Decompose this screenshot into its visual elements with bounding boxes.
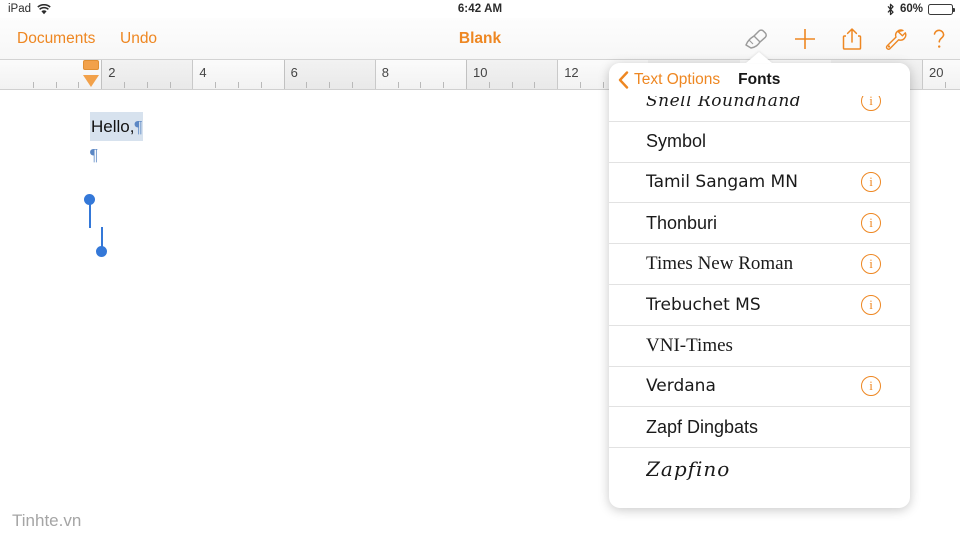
ruler-number-label: 8 <box>381 65 390 80</box>
pilcrow-icon-2: ¶ <box>90 145 98 164</box>
font-info-icon[interactable]: i <box>861 213 881 234</box>
app-toolbar: Documents Undo Blank <box>0 18 960 60</box>
ruler-tick <box>443 82 445 88</box>
font-list[interactable]: Snell Roundhand i Symbol Tamil Sangam MN i Th… <box>609 96 910 508</box>
popover-header: Text Options Fonts <box>609 63 910 96</box>
font-list-inner: Snell Roundhand i Symbol Tamil Sangam MN i Th… <box>609 96 910 489</box>
font-list-item[interactable]: Times New Roman i <box>609 244 910 285</box>
ruler-tick <box>534 82 536 88</box>
ruler-tick <box>306 82 308 88</box>
status-bar-right: 60% <box>886 3 955 16</box>
font-list-item[interactable]: Verdana i <box>609 366 910 408</box>
ruler-tick <box>55 82 57 88</box>
ruler-tick <box>32 82 34 88</box>
help-question-icon[interactable] <box>923 25 955 53</box>
ruler-tick <box>397 82 399 88</box>
popover-title: Fonts <box>738 70 781 88</box>
font-name-label: Snell Roundhand <box>646 96 802 111</box>
ruler-number-label: 20 <box>929 65 944 80</box>
ruler-major-line <box>192 60 194 89</box>
fonts-popover: Text Options Fonts Snell Roundhand i Symbo… <box>609 63 910 508</box>
ruler-tick <box>169 82 171 88</box>
font-info-icon[interactable]: i <box>861 96 881 111</box>
ruler-tick <box>146 82 148 88</box>
ruler-major-line <box>374 60 376 89</box>
font-list-item[interactable]: Trebuchet MS i <box>609 284 910 326</box>
selection-start-handle-bar[interactable] <box>89 203 91 228</box>
ruler-major-line <box>922 60 923 89</box>
chevron-left-icon[interactable] <box>618 70 632 90</box>
document-text-block[interactable]: Hello,¶ ¶ <box>90 112 144 168</box>
ruler-tick <box>580 82 581 88</box>
ruler-tick <box>78 82 80 88</box>
font-name-label: Symbol <box>646 131 707 152</box>
font-list-item[interactable]: Snell Roundhand i <box>609 96 910 122</box>
font-list-item[interactable]: Thonburi i <box>609 203 910 245</box>
ruler-tick <box>238 82 239 88</box>
ruler-tick <box>488 82 490 88</box>
battery-icon <box>928 3 955 15</box>
ruler-number-label: 4 <box>199 65 207 80</box>
ruler-tick <box>420 82 422 88</box>
share-icon[interactable] <box>836 25 868 53</box>
font-list-item[interactable]: VNI-Times <box>609 325 910 367</box>
font-name-label: Zapfino <box>646 456 731 481</box>
popover-arrow <box>746 52 772 63</box>
font-name-label: Thonburi <box>646 212 718 233</box>
font-info-icon[interactable]: i <box>861 172 881 193</box>
battery-percent-label: 60% <box>899 3 923 15</box>
status-bar-clock: 6:42 AM <box>457 3 503 15</box>
font-info-icon[interactable]: i <box>861 254 881 275</box>
add-icon[interactable] <box>789 25 821 53</box>
font-list-item[interactable]: Zapf Dingbats <box>609 407 910 449</box>
pilcrow-icon-1: ¶ <box>134 117 143 136</box>
font-name-label: Zapf Dingbats <box>646 416 759 437</box>
ruler-tick <box>511 82 513 88</box>
font-name-label: Verdana <box>646 376 716 397</box>
font-info-icon[interactable]: i <box>861 294 881 315</box>
watermark-label: Tinhte.vn <box>12 511 82 530</box>
format-brush-icon[interactable] <box>740 25 772 53</box>
font-name-label: Trebuchet MS <box>646 294 761 315</box>
bluetooth-icon <box>886 3 895 16</box>
ruler-number-label: 12 <box>564 65 579 80</box>
ruler-tick <box>602 82 604 88</box>
font-name-label: VNI-Times <box>646 334 733 356</box>
ruler-tick <box>352 82 353 88</box>
text-line-1[interactable]: Hello,¶ <box>90 112 144 141</box>
font-info-icon[interactable]: i <box>861 376 881 397</box>
selection-end-handle[interactable] <box>96 246 107 257</box>
status-bar: iPad 6:42 AM 60% <box>0 0 960 18</box>
tools-wrench-icon[interactable] <box>879 25 911 53</box>
ruler-tick <box>260 82 262 88</box>
ruler-tick <box>124 82 125 88</box>
selection-start-handle[interactable] <box>84 194 95 205</box>
text-line-1-content: Hello, <box>91 117 135 136</box>
first-line-indent-marker[interactable] <box>83 60 99 70</box>
ruler-major-line <box>557 60 559 89</box>
font-name-label: Tamil Sangam MN <box>646 172 798 193</box>
font-name-label: Times New Roman <box>646 253 794 275</box>
back-to-text-options-button[interactable]: Text Options <box>634 71 720 89</box>
font-list-item[interactable]: Tamil Sangam MN i <box>609 162 910 204</box>
font-list-item[interactable]: Symbol <box>609 121 910 163</box>
text-line-2[interactable]: ¶ <box>90 141 143 168</box>
ruler-tick <box>329 82 331 88</box>
ruler-tick <box>215 82 217 88</box>
font-list-item[interactable]: Zapfino <box>609 448 910 489</box>
left-indent-marker[interactable] <box>83 75 99 87</box>
ruler-tick <box>944 82 946 88</box>
